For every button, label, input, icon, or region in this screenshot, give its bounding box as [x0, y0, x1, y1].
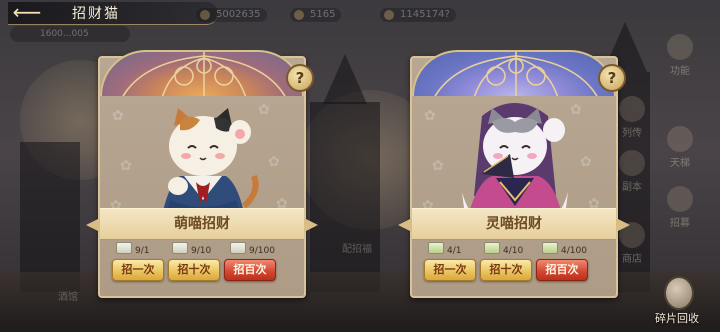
card-title: 萌喵招财 [174, 216, 230, 232]
background-sign: 配招福 [342, 244, 372, 255]
ticket-count: 9/10 [172, 242, 211, 258]
shard-recycle-label: 碎片回收 [655, 312, 699, 325]
summon-once-button[interactable]: 招一次 [424, 259, 476, 281]
card-banner: 萌喵招财 [86, 208, 318, 240]
back-button[interactable]: ⟵ [10, 2, 44, 24]
ticket-count-value: 4/100 [561, 246, 587, 256]
ticket-counters: 9/1 9/10 9/100 [110, 242, 294, 256]
ticket-count-value: 4/1 [447, 246, 462, 256]
gate-icon [619, 150, 645, 176]
banner-icon [667, 186, 693, 212]
building-silhouette [310, 102, 380, 292]
lucky-cat-card-cute: ? ✿ ✿ ✿ ✿ ✿ ✿ 萌喵招财 9/1 9/10 9/100 招一次 招十次 [86, 50, 318, 298]
gem-icon [294, 10, 304, 20]
coin-icon [200, 10, 210, 20]
recycle-shrine-icon [664, 276, 694, 310]
side-menu-label: 商店 [622, 254, 642, 265]
ticket-count-value: 4/10 [503, 246, 524, 256]
spirit-lucky-cat-figure [462, 103, 568, 224]
side-menu-label: 天梯 [670, 158, 690, 169]
side-menu-dungeon[interactable]: 副本 [612, 150, 652, 193]
side-menu-label: 招募 [670, 218, 690, 229]
background-sign: 酒馆 [58, 292, 78, 303]
summon-once-button[interactable]: 招一次 [112, 259, 164, 281]
card-banner: 灵喵招财 [398, 208, 630, 240]
resource-gems: 5165 [290, 8, 342, 22]
ladder-icon [667, 126, 693, 152]
ticket-icon [172, 242, 188, 254]
coin-amount: 5002635 [216, 9, 261, 20]
summon-ten-button[interactable]: 招十次 [480, 259, 532, 281]
ticket-count: 4/10 [484, 242, 523, 258]
summon-hundred-button[interactable]: 招百次 [224, 259, 276, 281]
ticket-icon [230, 242, 246, 254]
resource-coins: 5002635 [196, 8, 267, 22]
help-button[interactable]: ? [286, 64, 314, 92]
ticket-count: 4/1 [428, 242, 461, 258]
ticket-count-value: 9/10 [191, 246, 212, 256]
resource-gold: 1145174? [380, 8, 456, 22]
shard-recycle-button[interactable]: 碎片回收 [652, 276, 702, 328]
tower-roof [323, 54, 367, 104]
summon-hundred-button[interactable]: 招百次 [536, 259, 588, 281]
ticket-count: 4/100 [542, 242, 587, 258]
ticket-icon [484, 242, 500, 254]
ticket-counters: 4/1 4/10 4/100 [422, 242, 606, 256]
building-silhouette [20, 142, 80, 292]
side-menu-label: 副本 [622, 182, 642, 193]
ticket-icon [116, 242, 132, 254]
gold-icon [384, 10, 394, 20]
scroll-icon [619, 96, 645, 122]
side-menu-ladder[interactable]: 天梯 [660, 126, 700, 169]
ticket-count: 9/100 [230, 242, 275, 258]
feature-icon [667, 34, 693, 60]
lucky-cat-card-spirit: ? ✿ ✿ ✿ ✿ ✿ ✿ 灵喵招财 4/1 4/10 4/100 招一次 招十次 [398, 50, 630, 298]
stained-glass-arch [100, 50, 304, 96]
gold-amount: 1145174? [400, 9, 450, 20]
side-menu-label: 功能 [670, 66, 690, 77]
stained-glass-arch [412, 50, 616, 96]
ticket-icon [428, 242, 444, 254]
gem-amount: 5165 [310, 9, 336, 20]
page-title: 招财猫 [72, 6, 120, 22]
side-menu-feature[interactable]: 功能 [660, 34, 700, 77]
ticket-count: 9/1 [116, 242, 149, 258]
summon-ten-button[interactable]: 招十次 [168, 259, 220, 281]
top-bar: ⟵ 招财猫 1600...005 5002635 5165 1145174? [0, 0, 720, 46]
side-menu-recruit[interactable]: 招募 [660, 186, 700, 229]
ticket-count-value: 9/1 [135, 246, 150, 256]
calico-lucky-cat-figure [160, 108, 259, 224]
card-title: 灵喵招财 [486, 216, 542, 232]
arch-tracery [122, 52, 286, 96]
side-menu-biography[interactable]: 列传 [612, 96, 652, 139]
side-menu-label: 列传 [622, 128, 642, 139]
help-button[interactable]: ? [598, 64, 626, 92]
arch-tracery [434, 52, 598, 96]
ticket-count-value: 9/100 [249, 246, 275, 256]
ticket-icon [542, 242, 558, 254]
player-id: 1600...005 [10, 26, 130, 42]
